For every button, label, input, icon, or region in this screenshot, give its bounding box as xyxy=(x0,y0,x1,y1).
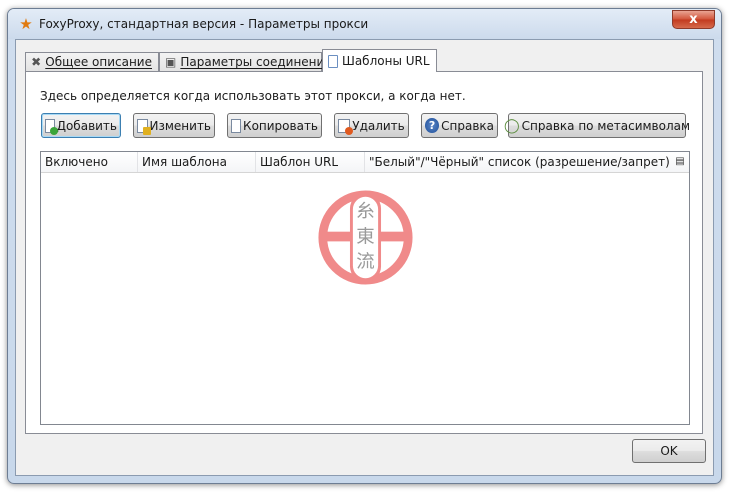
edit-button-label: Изменить xyxy=(149,118,212,133)
tab-url-patterns-label: Шаблоны URL xyxy=(342,54,430,68)
column-pattern-name[interactable]: Имя шаблона xyxy=(138,152,256,172)
wildcard-help-button-label: Справка по метасимволам xyxy=(521,118,691,133)
tools-icon: ✖ xyxy=(31,55,42,69)
watermark-seal: 糸 東 流 xyxy=(318,190,413,285)
watermark-char-1: 糸 xyxy=(356,201,374,222)
help-button-label: Справка xyxy=(441,118,494,133)
add-pattern-icon xyxy=(45,118,58,135)
delete-button-label: Удалить xyxy=(352,118,405,133)
window-title: FoxyProxy, стандартная версия - Параметр… xyxy=(39,17,369,31)
foxyproxy-icon: ★ xyxy=(19,15,33,33)
copy-button-label: Копировать xyxy=(243,118,318,133)
tab-connection-settings[interactable]: ▣ Параметры соединения xyxy=(159,52,332,71)
watermark-char-3: 流 xyxy=(356,252,374,273)
watermark-char-2: 東 xyxy=(356,226,374,247)
lightbulb-icon: ◯ xyxy=(503,117,520,134)
panel-description: Здесь определяется когда использовать эт… xyxy=(40,89,466,103)
column-url-pattern[interactable]: Шаблон URL xyxy=(256,152,365,172)
url-patterns-panel: Здесь определяется когда использовать эт… xyxy=(25,71,703,434)
patterns-table[interactable]: Включено Имя шаблона Шаблон URL "Белый"/… xyxy=(40,151,690,425)
dialog-window: ★ FoxyProxy, стандартная версия - Параме… xyxy=(7,8,722,484)
tab-url-patterns[interactable]: Шаблоны URL xyxy=(322,49,437,72)
table-header: Включено Имя шаблона Шаблон URL "Белый"/… xyxy=(41,152,689,173)
edit-button[interactable]: Изменить xyxy=(133,113,215,138)
document-icon xyxy=(328,54,338,68)
computer-icon: ▣ xyxy=(165,55,177,69)
add-button-label: Добавить xyxy=(56,118,117,133)
help-button[interactable]: ? Справка xyxy=(421,113,498,138)
close-button[interactable]: x xyxy=(672,10,715,29)
dialog-client-area: ✖ Общее описание ▣ Параметры соединения … xyxy=(15,39,714,476)
ok-button[interactable]: OK xyxy=(632,439,706,463)
column-picker-icon[interactable]: ▤ xyxy=(674,155,686,168)
copy-pattern-icon xyxy=(231,118,242,133)
help-icon: ? xyxy=(425,118,440,133)
tab-connection-settings-label: Параметры соединения xyxy=(180,55,332,69)
copy-button[interactable]: Копировать xyxy=(227,113,322,138)
tab-general[interactable]: ✖ Общее описание xyxy=(25,52,159,71)
column-enabled[interactable]: Включено xyxy=(41,152,138,172)
column-whitelist-blacklist[interactable]: "Белый"/"Чёрный" список (разрешение/запр… xyxy=(365,152,673,172)
tab-general-label: Общее описание xyxy=(45,55,152,69)
wildcard-help-button[interactable]: ◯ Справка по метасимволам xyxy=(504,113,690,138)
add-button[interactable]: Добавить xyxy=(41,113,121,138)
delete-pattern-icon xyxy=(338,118,354,135)
edit-pattern-icon xyxy=(137,118,151,135)
delete-button[interactable]: Удалить xyxy=(334,113,409,138)
title-bar[interactable]: ★ FoxyProxy, стандартная версия - Параме… xyxy=(8,9,721,39)
